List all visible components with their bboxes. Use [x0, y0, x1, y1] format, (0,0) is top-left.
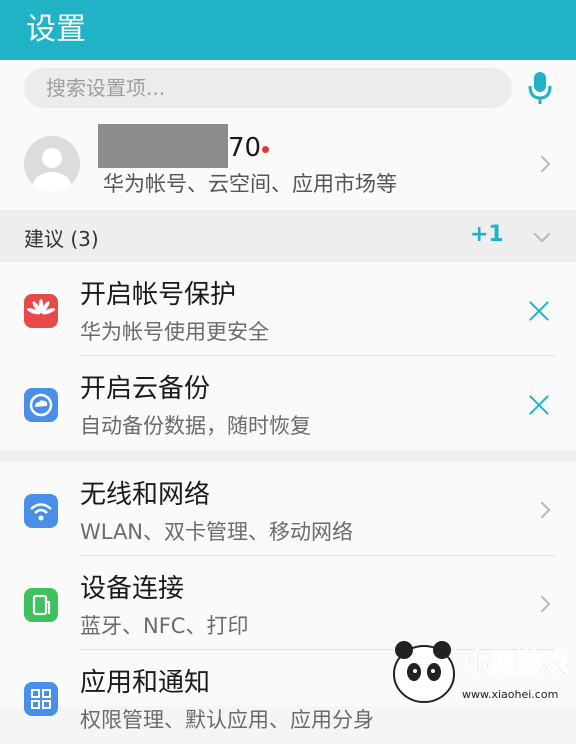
suggestion-account-protection[interactable]: 开启帐号保护 华为帐号使用更安全	[0, 262, 576, 356]
settings-item-wireless-network[interactable]: 无线和网络 WLAN、双卡管理、移动网络	[0, 462, 576, 556]
suggestions-extra-count: +1	[470, 222, 504, 247]
wifi-icon	[24, 494, 58, 528]
suggestions-list: 开启帐号保护 华为帐号使用更安全 开启云备份 自动备份数据，随时恢复	[0, 262, 576, 450]
watermark-url: www.xiaohei.com	[462, 688, 558, 701]
settings-item-subtitle: WLAN、双卡管理、移动网络	[80, 520, 354, 544]
settings-item-subtitle: 蓝牙、NFC、打印	[80, 614, 249, 638]
notification-dot	[262, 146, 269, 153]
suggestion-title: 开启帐号保护	[80, 280, 237, 310]
account-name-redacted	[98, 124, 228, 168]
close-icon[interactable]	[528, 300, 550, 322]
search-placeholder: 搜索设置项...	[46, 76, 166, 100]
chevron-right-icon	[533, 595, 551, 613]
account-subtitle: 华为帐号、云空间、应用市场等	[103, 172, 397, 196]
suggestion-cloud-backup[interactable]: 开启云备份 自动备份数据，随时恢复	[0, 356, 576, 450]
account-name-suffix: 70	[228, 133, 262, 163]
close-icon[interactable]	[528, 394, 550, 416]
section-gap	[0, 450, 576, 462]
app-header: 设置	[0, 0, 576, 60]
cloud-backup-icon	[24, 388, 58, 422]
avatar-person-icon	[32, 148, 72, 192]
avatar	[24, 136, 80, 192]
settings-item-title: 应用和通知	[80, 668, 211, 698]
suggestion-subtitle: 华为帐号使用更安全	[80, 320, 269, 344]
search-input[interactable]: 搜索设置项...	[24, 68, 512, 108]
huawei-logo-icon	[24, 294, 58, 328]
search-bar: 搜索设置项...	[0, 60, 576, 118]
device-connection-icon	[24, 588, 58, 622]
settings-item-title: 无线和网络	[80, 480, 211, 510]
chevron-right-icon	[533, 155, 551, 173]
suggestions-title: 建议 (3)	[24, 227, 99, 251]
apps-grid-icon	[24, 682, 58, 716]
suggestion-title: 开启云备份	[80, 374, 211, 404]
settings-item-subtitle: 权限管理、默认应用、应用分身	[80, 708, 374, 732]
account-row[interactable]: 70 华为帐号、云空间、应用市场等	[0, 118, 576, 210]
suggestion-subtitle: 自动备份数据，随时恢复	[80, 414, 311, 438]
suggestions-header[interactable]: 建议 (3) +1	[0, 210, 576, 262]
microphone-icon[interactable]	[526, 70, 554, 106]
chevron-down-icon[interactable]	[533, 225, 551, 243]
watermark-logo: 小黑游戏 www.xiaohei.com	[393, 641, 569, 703]
page-title: 设置	[26, 12, 86, 47]
chevron-right-icon	[533, 501, 551, 519]
settings-item-title: 设备连接	[80, 574, 185, 604]
watermark-brand: 小黑游戏	[464, 649, 568, 679]
